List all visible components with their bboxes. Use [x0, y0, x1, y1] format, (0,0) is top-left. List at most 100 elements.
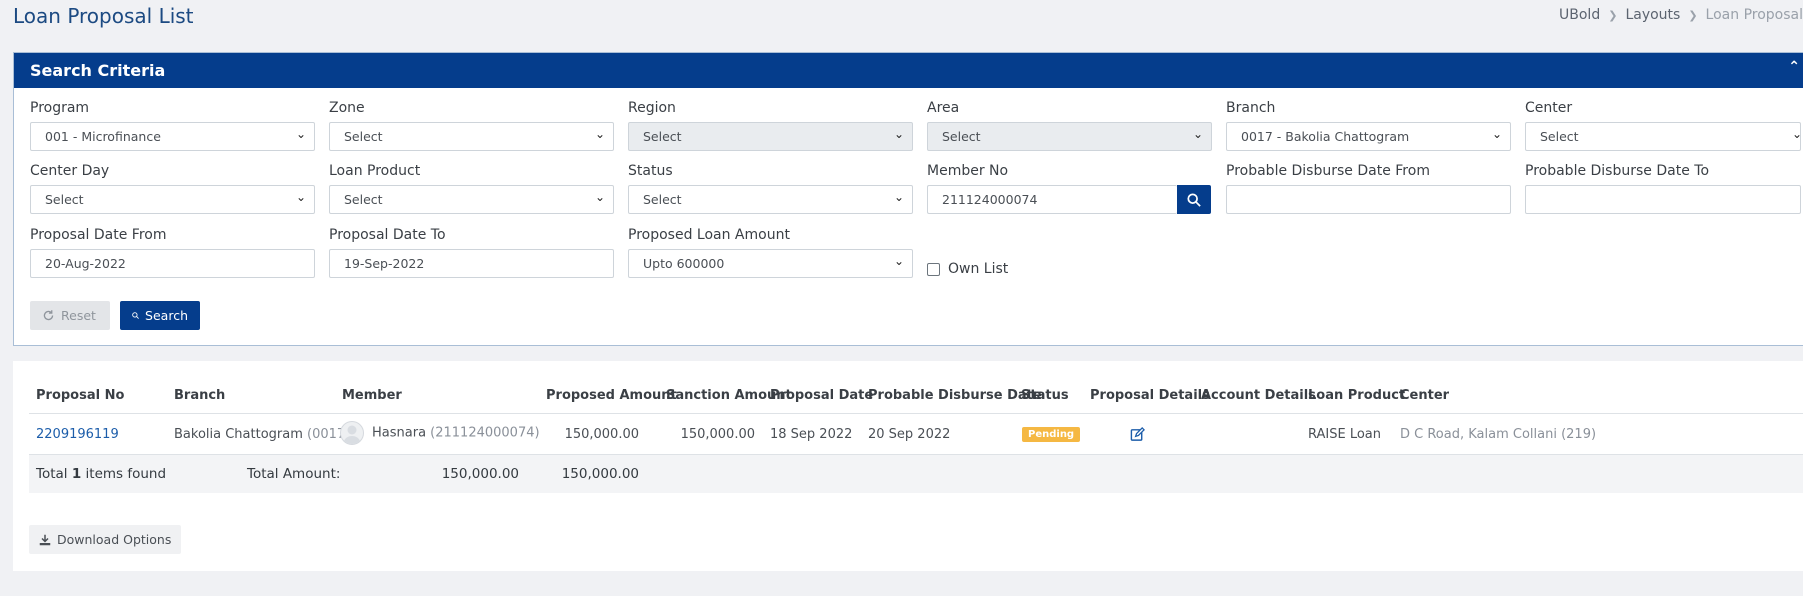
area-field: Area Select ⌄ [927, 100, 1212, 151]
disburse-date-cell: 20 Sep 2022 [868, 426, 951, 442]
proposal-to-label: Proposal Date To [329, 227, 446, 243]
own-list-toggle[interactable]: Own List [927, 261, 1008, 277]
header-status[interactable]: Status [1021, 388, 1069, 403]
breadcrumb-item-current: Loan Proposal [1705, 7, 1803, 23]
program-field: Program 001 - Microfinance ⌄ [30, 100, 315, 151]
branch-select[interactable]: 0017 - Bakolia Chattogram ⌄ [1226, 122, 1511, 151]
member-name[interactable]: Hasnara [372, 426, 426, 441]
status-field: Status Select ⌄ [628, 163, 913, 214]
loan-product-label: Loan Product [329, 163, 421, 179]
chevron-down-icon: ⌄ [1192, 127, 1203, 141]
sanction-amount-cell: 150,000.00 [680, 426, 755, 442]
download-icon [39, 534, 51, 545]
download-options-label: Download Options [57, 532, 172, 547]
loan-amount-field: Proposed Loan Amount Upto 600000 ⌄ [628, 227, 913, 278]
proposal-date-cell: 18 Sep 2022 [770, 426, 853, 442]
member-no-label: Member No [927, 163, 1009, 179]
page-title: Loan Proposal List [13, 4, 194, 28]
status-label: Status [628, 163, 673, 179]
search-icon [1187, 192, 1201, 207]
header-proposal-date[interactable]: Proposal Date [770, 388, 873, 403]
center-day-select[interactable]: Select ⌄ [30, 185, 315, 214]
branch-field: Branch 0017 - Bakolia Chattogram ⌄ [1226, 100, 1511, 151]
region-field: Region Select ⌄ [628, 100, 913, 151]
header-proposed-amount[interactable]: Proposed Amount [546, 388, 677, 403]
status-select[interactable]: Select ⌄ [628, 185, 913, 214]
disburse-from-label: Probable Disburse Date From [1226, 163, 1430, 179]
center-day-select-value: Select [45, 192, 84, 207]
edit-details-button[interactable] [1130, 427, 1145, 446]
region-label: Region [628, 100, 676, 116]
chevron-down-icon: ⌄ [295, 190, 306, 204]
breadcrumb: UBold ❯ Layouts ❯ Loan Proposal [1559, 7, 1803, 23]
proposal-from-field: Proposal Date From 20-Aug-2022 [30, 227, 315, 278]
download-options-button[interactable]: Download Options [29, 525, 182, 554]
breadcrumb-item-ubold[interactable]: UBold [1559, 7, 1600, 23]
avatar [340, 421, 364, 445]
disburse-to-input[interactable] [1525, 185, 1801, 214]
proposal-from-input[interactable]: 20-Aug-2022 [30, 249, 315, 278]
branch-label: Branch [1226, 100, 1276, 116]
loan-product-select[interactable]: Select ⌄ [329, 185, 614, 214]
region-select[interactable]: Select ⌄ [628, 122, 913, 151]
disburse-from-field: Probable Disburse Date From [1226, 163, 1511, 214]
own-list-label: Own List [948, 261, 1009, 277]
loan-amount-select-value: Upto 600000 [643, 256, 725, 271]
header-disburse-date[interactable]: Probable Disburse Date [868, 388, 1042, 403]
loan-amount-label: Proposed Loan Amount [628, 227, 790, 243]
header-member[interactable]: Member [342, 388, 402, 403]
member-no-input[interactable]: 211124000074 [927, 185, 1177, 214]
center-field: Center Select ⌄ [1525, 100, 1801, 151]
program-select[interactable]: 001 - Microfinance ⌄ [30, 122, 315, 151]
member-no-field: Member No 211124000074 [927, 163, 1211, 214]
loan-product-cell: RAISE Loan [1308, 426, 1382, 442]
header-branch[interactable]: Branch [174, 388, 225, 403]
center-cell: D C Road, Kalam Collani (219) [1400, 426, 1597, 442]
table-footer-row: Total 1 items found Total Amount: 150,00… [29, 455, 1803, 493]
search-criteria-title: Search Criteria [30, 61, 166, 80]
total-count: 1 [71, 466, 82, 482]
chevron-down-icon: ⌄ [893, 127, 904, 141]
total-items-text: Total 1 items found [36, 466, 166, 482]
search-criteria-header[interactable]: Search Criteria ⌃ [14, 53, 1803, 88]
user-icon [343, 425, 361, 444]
center-select[interactable]: Select ⌄ [1525, 122, 1801, 151]
header-proposal-details[interactable]: Proposal Details [1090, 388, 1210, 403]
region-select-value: Select [643, 129, 682, 144]
header-proposal-no[interactable]: Proposal No [36, 388, 124, 403]
proposal-no-link[interactable]: 2209196119 [36, 427, 119, 442]
chevron-up-icon[interactable]: ⌃ [1788, 59, 1800, 75]
header-loan-product[interactable]: Loan Product [1308, 388, 1405, 403]
header-account-details[interactable]: Account Details [1201, 388, 1316, 403]
area-label: Area [927, 100, 960, 116]
proposal-to-input[interactable]: 19-Sep-2022 [329, 249, 614, 278]
proposal-table: Proposal No Branch Member Proposed Amoun… [29, 378, 1803, 493]
breadcrumb-item-layouts[interactable]: Layouts [1625, 7, 1680, 23]
member-cell: Hasnara (211124000074) [340, 421, 540, 445]
proposed-amount-cell: 150,000.00 [564, 426, 639, 442]
program-select-value: 001 - Microfinance [45, 129, 161, 144]
search-button[interactable]: Search [120, 301, 200, 330]
total-proposed-amount: 150,000.00 [441, 466, 519, 482]
branch-cell: Bakolia Chattogram (0017) [174, 427, 350, 442]
search-button-label: Search [145, 308, 188, 323]
reset-button[interactable]: Reset [30, 301, 110, 330]
proposal-to-field: Proposal Date To 19-Sep-2022 [329, 227, 614, 278]
member-search-button[interactable] [1177, 185, 1211, 214]
area-select-value: Select [942, 129, 981, 144]
own-list-checkbox[interactable] [927, 262, 940, 276]
disburse-to-field: Probable Disburse Date To [1525, 163, 1801, 214]
edit-icon [1130, 427, 1145, 441]
chevron-down-icon: ⌄ [594, 127, 605, 141]
loan-product-field: Loan Product Select ⌄ [329, 163, 614, 214]
area-select[interactable]: Select ⌄ [927, 122, 1212, 151]
zone-select[interactable]: Select ⌄ [329, 122, 614, 151]
table-row: 2209196119 Bakolia Chattogram (0017) Has… [29, 414, 1803, 455]
loan-amount-select[interactable]: Upto 600000 ⌄ [628, 249, 913, 278]
chevron-down-icon: ⌄ [893, 190, 904, 204]
disburse-from-input[interactable] [1226, 185, 1511, 214]
center-label: Center [1525, 100, 1573, 116]
chevron-down-icon: ⌄ [1491, 127, 1502, 141]
loan-product-select-value: Select [344, 192, 383, 207]
header-center[interactable]: Center [1400, 388, 1449, 403]
